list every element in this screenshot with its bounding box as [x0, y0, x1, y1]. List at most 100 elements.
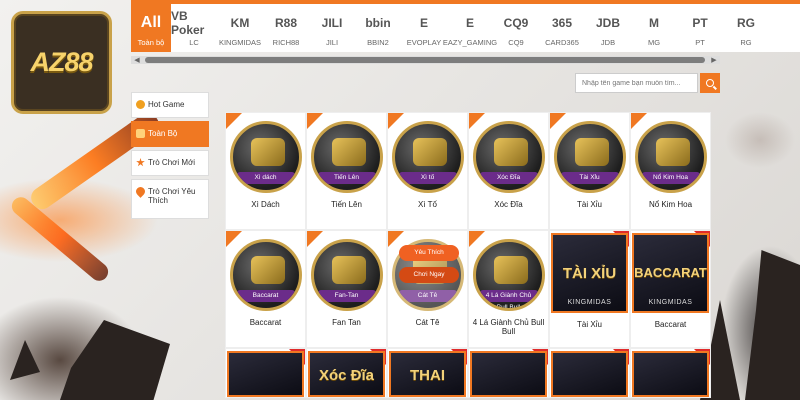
provider-pt[interactable]: PT PT	[677, 4, 723, 52]
star-icon	[136, 158, 145, 167]
game-name: Baccarat	[654, 320, 687, 329]
game-ribbon: Cát Tê	[398, 290, 457, 302]
hot-badge	[388, 113, 404, 129]
game-thumbnail: Fan-Tan	[310, 239, 383, 311]
game-thumbnail: Xì dách	[229, 121, 302, 193]
game-art	[493, 138, 528, 166]
provider-label: PT	[695, 38, 705, 47]
sidebar-item-all[interactable]: Toàn Bộ	[131, 121, 209, 147]
game-name: Tiến Lên	[331, 200, 362, 209]
provider-eazy-gaming[interactable]: E EAZY_GAMING	[443, 4, 497, 52]
provider-logo: VB Poker	[171, 9, 205, 37]
provider-card365[interactable]: 365 CARD365	[539, 4, 585, 52]
sidebar-item-label: Toàn Bộ	[148, 129, 178, 138]
game-thumbnail: Xóc Đĩa	[472, 121, 545, 193]
game-card[interactable]	[549, 348, 630, 398]
game-ribbon: Xì tố	[398, 172, 457, 184]
game-card[interactable]: Tài Xỉu Tài Xỉu	[549, 112, 630, 230]
gamepad-icon	[136, 129, 145, 138]
sidebar-item-new-games[interactable]: Trò Chơi Mới	[131, 150, 209, 176]
game-card-hovered[interactable]: Cát Tê Yêu Thích Chơi Ngay Cát Tê	[387, 230, 468, 348]
provider-label: BBIN2	[367, 38, 389, 47]
game-card[interactable]	[630, 348, 711, 398]
game-thumbnail: Nổ Kim Hoa	[634, 121, 707, 193]
heart-icon	[134, 185, 147, 198]
game-card[interactable]: Xì tố Xì Tố	[387, 112, 468, 230]
provider-jdb[interactable]: JDB JDB	[585, 4, 631, 52]
provider-kingmidas[interactable]: KM KINGMIDAS	[217, 4, 263, 52]
hot-badge	[631, 113, 647, 129]
scroll-right-icon[interactable]: ▶	[708, 56, 720, 64]
provider-logo: All	[140, 14, 162, 31]
game-thumbnail: Xóc Đĩa	[308, 351, 385, 397]
provider-label: MG	[647, 38, 661, 47]
game-card[interactable]: Xì dách Xì Dách	[225, 112, 306, 230]
game-art	[574, 138, 609, 166]
provider-jili[interactable]: JILI JILI	[309, 4, 355, 52]
provider-label: RG	[740, 38, 752, 47]
game-card[interactable]: TÀI XỈU KINGMIDAS Tài Xỉu	[549, 230, 630, 348]
provider-evoplay[interactable]: E EVOPLAY	[401, 4, 447, 52]
sidebar-item-favorites[interactable]: Trò Chơi Yêu Thích	[131, 179, 209, 219]
game-ribbon: Xì dách	[236, 172, 295, 184]
provider-all[interactable]: All Toàn bộ	[131, 4, 171, 52]
hot-badge	[550, 113, 566, 129]
provider-mg[interactable]: M MG	[631, 4, 677, 52]
provider-logo: bbin	[365, 16, 391, 30]
game-thumbnail	[632, 351, 709, 397]
sidebar-item-hot-game[interactable]: Hot Game	[131, 92, 209, 118]
game-name: Fan Tan	[332, 318, 361, 327]
provider-label: CQ9	[508, 38, 524, 47]
game-ribbon: 4 Lá Giành Chủ Bull Bull	[479, 290, 538, 308]
game-card[interactable]: Fan-Tan Fan Tan	[306, 230, 387, 348]
game-card[interactable]	[225, 348, 306, 398]
search-button[interactable]	[700, 73, 720, 93]
game-card[interactable]: 4 Lá Giành Chủ Bull Bull 4 Lá Giành Chủ B…	[468, 230, 549, 348]
search-input[interactable]	[575, 73, 698, 93]
provider-rich88[interactable]: R88 RICH88	[263, 4, 309, 52]
provider-label: CARD365	[545, 38, 579, 47]
game-card[interactable]: Xóc Đĩa Xóc Đĩa	[468, 112, 549, 230]
provider-label: EAZY_GAMING	[442, 38, 498, 47]
provider-logo: E	[419, 16, 428, 30]
game-art	[331, 138, 366, 166]
game-card[interactable]	[468, 348, 549, 398]
game-name: Cát Tê	[415, 318, 440, 327]
provider-rg[interactable]: RG RG	[723, 4, 769, 52]
scroll-left-icon[interactable]: ◀	[131, 56, 143, 64]
provider-lc[interactable]: VB Poker LC	[171, 4, 217, 52]
provider-scrollbar[interactable]: ◀ ▶	[131, 56, 720, 64]
provider-label: KINGMIDAS	[218, 38, 262, 47]
game-thumbnail: Tiến Lên	[310, 121, 383, 193]
game-name: Tài Xỉu	[577, 320, 602, 329]
search-icon	[706, 79, 714, 87]
provider-label: EVOPLAY	[406, 38, 442, 47]
brand-logo[interactable]: AZ88	[11, 11, 112, 114]
game-name: Xóc Đĩa	[494, 200, 523, 209]
provider-bbin2[interactable]: bbin BBIN2	[355, 4, 401, 52]
hot-badge	[307, 113, 323, 129]
play-now-button[interactable]: Chơi Ngay	[399, 267, 459, 283]
game-card[interactable]: Baccarat Baccarat	[225, 230, 306, 348]
provider-label: RICH88	[272, 38, 300, 47]
game-card[interactable]: Tiến Lên Tiến Lên	[306, 112, 387, 230]
game-thumbnail	[551, 351, 628, 397]
provider-logo: R88	[274, 16, 297, 30]
game-card[interactable]: Xóc Đĩa	[306, 348, 387, 398]
scrollbar-thumb[interactable]	[145, 57, 705, 63]
game-card[interactable]: BACCARAT KINGMIDAS Baccarat	[630, 230, 711, 348]
game-thumbnail: Baccarat	[229, 239, 302, 311]
game-art	[250, 138, 285, 166]
provider-cq9[interactable]: CQ9 CQ9	[493, 4, 539, 52]
game-card[interactable]: Nổ Kim Hoa Nổ Kim Hoa	[630, 112, 711, 230]
provider-logo: RG	[737, 16, 755, 30]
favorite-button[interactable]: Yêu Thích	[399, 245, 459, 261]
provider-label: Toàn bộ	[137, 38, 165, 47]
game-name: Tài Xỉu	[577, 200, 602, 209]
game-card[interactable]: THAI	[387, 348, 468, 398]
game-ribbon: Nổ Kim Hoa	[641, 172, 700, 184]
game-thumbnail	[470, 351, 547, 397]
category-sidebar: Hot Game Toàn Bộ Trò Chơi Mới Trò Chơi Y…	[131, 92, 209, 222]
provider-logo: E	[465, 16, 474, 30]
game-thumbnail: Tài Xỉu	[553, 121, 626, 193]
